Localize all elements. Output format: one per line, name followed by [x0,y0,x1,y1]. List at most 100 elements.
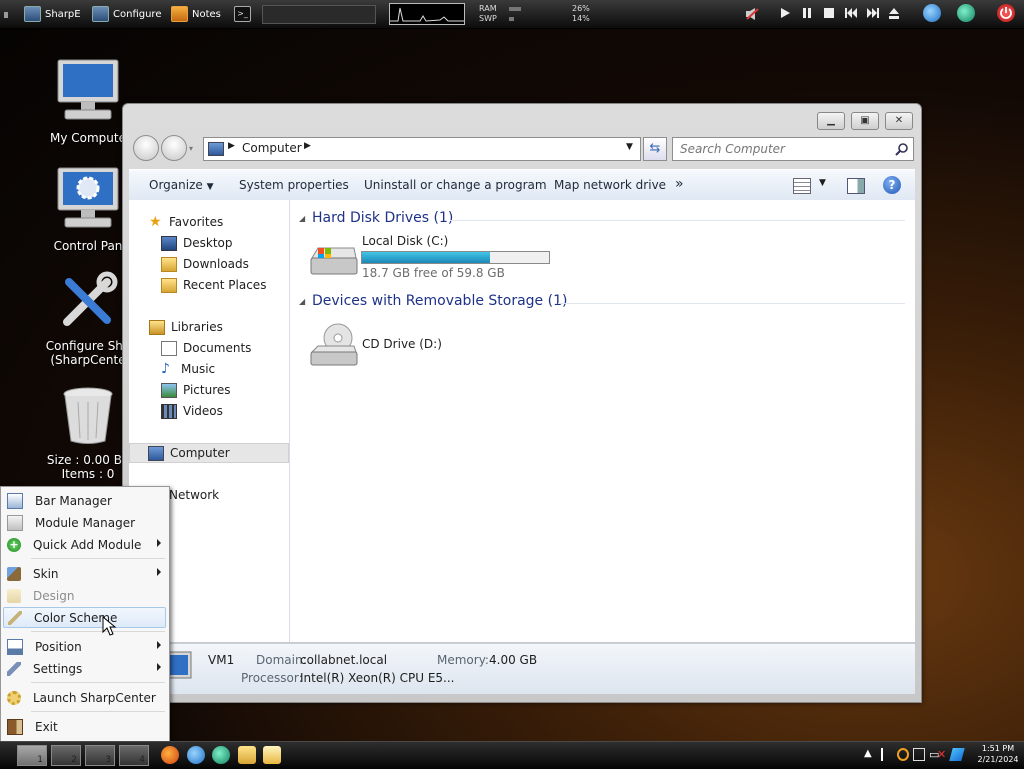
computer-small-icon [208,142,224,156]
notes-icon [171,6,188,22]
recent-pages-chevron-icon[interactable]: ▾ [189,144,193,153]
firefox-icon[interactable] [161,746,179,764]
refresh-button[interactable]: ⇆ [643,137,667,161]
menu-item-quick-add-module[interactable]: + Quick Add Module [3,534,166,555]
address-bar[interactable]: ▶ Computer ▶ ▼ [203,137,641,161]
collapse-group-icon[interactable]: ◢ [299,297,305,306]
position-icon [7,638,23,655]
internet-explorer-icon[interactable] [923,4,941,22]
previous-button[interactable] [844,7,857,19]
nav-computer[interactable]: Computer [129,443,289,463]
edge-icon[interactable] [212,746,230,764]
chevron-down-icon: ▼ [206,182,214,192]
edge-icon[interactable] [957,4,975,22]
media-player-icon[interactable] [263,746,281,764]
bar-manager-label: Bar Manager [35,493,112,508]
nav-libraries[interactable]: Libraries [149,317,309,337]
swp-label: SWP [479,14,497,23]
hard-drive-icon [310,247,358,275]
menu-item-bar-manager[interactable]: Bar Manager [3,490,166,511]
stop-button[interactable] [823,7,835,19]
top-bar: SharpE Configure Notes >_ RAM SWP 26% 14… [0,0,1024,29]
workspace-3[interactable]: 3 [85,745,115,766]
play-button[interactable] [779,7,791,19]
menu-item-settings[interactable]: Settings [3,658,166,679]
search-icon[interactable] [895,142,909,156]
recent-places-icon [161,277,177,293]
notification-tray-icon[interactable] [949,748,965,761]
domain-value: collabnet.local [300,653,388,667]
uninstall-program-button[interactable]: Uninstall or change a program [364,178,547,192]
address-dropdown-icon[interactable]: ▼ [626,142,633,152]
network-tray-icon[interactable] [913,748,925,761]
previous-icon [845,8,857,18]
workspace-4[interactable]: 4 [119,745,149,766]
nav-computer-label: Computer [170,446,230,460]
nav-favorites[interactable]: ★ Favorites [149,212,309,232]
eject-button[interactable] [888,7,900,19]
back-button[interactable] [133,135,159,161]
exit-label: Exit [35,719,58,734]
power-button[interactable] [997,4,1015,22]
notes-button[interactable]: Notes [171,5,221,23]
menu-item-exit[interactable]: Exit [3,716,166,737]
workspace-1[interactable]: 1 [17,745,47,766]
collapse-group-icon[interactable]: ◢ [299,214,305,223]
desktop-icon [161,235,177,251]
configure-button[interactable]: Configure [92,5,161,23]
help-icon[interactable]: ? [883,176,901,194]
workspace-2[interactable]: 2 [51,745,81,766]
forward-button[interactable] [161,135,187,161]
organize-menu[interactable]: Organize ▼ [149,178,214,192]
tools-icon [63,271,118,326]
volume-muted-tray-icon[interactable]: ✕ [937,748,949,761]
cd-drive-item[interactable]: CD Drive (D:) [308,322,468,370]
menu-item-launch-sharpcenter[interactable]: Launch SharpCenter [3,687,166,708]
system-properties-button[interactable]: System properties [239,178,349,192]
bar-handle[interactable] [4,12,8,18]
menu-item-skin[interactable]: Skin [3,563,166,584]
search-tray-icon[interactable] [897,748,909,761]
breadcrumb-arrow-icon[interactable]: ▶ [304,141,311,151]
internet-explorer-icon[interactable] [187,746,205,764]
nav-network[interactable]: Network [149,485,309,505]
pause-button[interactable] [801,7,813,19]
view-options-icon[interactable] [793,178,811,194]
command-input[interactable] [262,5,376,24]
close-button[interactable]: ✕ [885,112,913,130]
menu-item-module-manager[interactable]: Module Manager [3,512,166,533]
minimize-button[interactable]: ▁ [817,112,845,130]
preview-pane-icon[interactable] [847,178,865,194]
command-button[interactable]: >_ [234,5,251,23]
action-center-flag-icon[interactable] [881,748,893,761]
details-pane: VM1 Domain: collabnet.local Memory: 4.00… [129,643,915,694]
map-network-drive-button[interactable]: Map network drive [554,178,666,192]
breadcrumb-arrow-icon[interactable]: ▶ [228,141,235,151]
breadcrumb-computer[interactable]: Computer [242,141,302,155]
hard-disk-group-header[interactable]: Hard Disk Drives (1) [312,210,453,226]
taskbar-clock[interactable]: 1:51 PM 2/21/2024 [975,743,1021,765]
more-commands-button[interactable]: » [675,176,684,192]
minimize-icon: ▁ [827,115,835,126]
local-disk-item[interactable]: Local Disk (C:) 18.7 GB free of 59.8 GB [308,234,558,282]
search-input[interactable]: Search Computer [680,142,785,156]
nav-pictures-label: Pictures [183,383,231,397]
local-disk-name: Local Disk (C:) [362,234,449,248]
search-box[interactable]: Search Computer [672,137,914,161]
menu-item-color-scheme[interactable]: Color Scheme [3,607,166,628]
memory-monitor: RAM SWP 26% 14% [479,3,590,25]
nav-music-label: Music [181,362,216,376]
maximize-button[interactable]: ▣ [851,112,879,130]
view-chevron-down-icon[interactable]: ▼ [819,178,826,188]
file-explorer-icon[interactable] [238,746,256,764]
menu-item-position[interactable]: Position [3,636,166,657]
submenu-arrow-icon [157,641,161,649]
local-disk-free-space: 18.7 GB free of 59.8 GB [362,266,505,280]
removable-storage-group-header[interactable]: Devices with Removable Storage (1) [312,293,567,309]
show-hidden-icons-icon[interactable]: ▲ [864,748,876,761]
eject-icon [889,8,899,19]
next-button[interactable] [866,7,879,19]
sharpe-button[interactable]: SharpE [24,5,81,23]
mute-button[interactable] [745,7,759,20]
menu-separator [31,682,165,683]
